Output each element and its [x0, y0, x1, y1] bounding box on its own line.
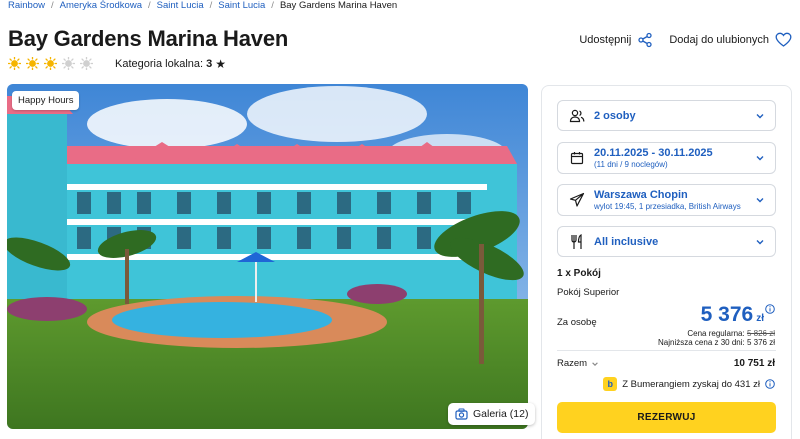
breadcrumb-separator: /: [271, 0, 274, 11]
breadcrumb-separator: /: [147, 0, 151, 11]
share-icon: [638, 32, 652, 48]
share-button[interactable]: Udostępnij: [579, 32, 653, 48]
chevron-down-icon: [592, 361, 598, 366]
breadcrumb-link-country[interactable]: Saint Lucia: [157, 0, 204, 11]
guests-value: 2 osoby: [594, 109, 636, 122]
local-category-value: 3: [206, 58, 213, 70]
hotel-photo[interactable]: [7, 84, 528, 429]
breadcrumb-link-rainbow[interactable]: Rainbow: [8, 0, 45, 11]
bumerang-icon: b: [603, 377, 618, 391]
bumerang-text: Z Bumerangiem zyskaj do 431 zł: [622, 378, 760, 390]
per-person-label: Za osobę: [557, 317, 597, 328]
chevron-down-icon: [756, 113, 764, 118]
price-per-person: 5 376 zł: [701, 303, 764, 327]
chevron-down-icon: [756, 239, 764, 244]
guests-select[interactable]: 2 osoby: [557, 100, 776, 131]
chevron-down-icon: [756, 156, 764, 161]
price-currency: zł: [756, 313, 764, 324]
dates-select[interactable]: 20.11.2025 - 30.11.2025 (11 dni / 9 nocl…: [557, 142, 776, 174]
regular-price-label: Cena regularna:: [687, 329, 745, 338]
cutlery-icon: [568, 233, 586, 251]
lowest-price-30-days: Najniższa cena z 30 dni: 5 376 zł: [658, 338, 775, 347]
board-value: All inclusive: [594, 235, 659, 248]
reserve-button[interactable]: REZERWUJ: [557, 402, 776, 433]
sun-icon-filled: [44, 57, 57, 70]
heart-icon: [775, 32, 792, 47]
local-category-label: Kategoria lokalna:: [115, 58, 204, 70]
regular-price-value: 5 826 zł: [746, 329, 775, 338]
dates-value: 20.11.2025 - 30.11.2025: [594, 147, 713, 159]
board-select[interactable]: All inclusive: [557, 226, 776, 257]
breadcrumb-separator: /: [50, 0, 54, 11]
total-value: 10 751 zł: [733, 358, 775, 369]
favorite-button[interactable]: Dodaj do ulubionych: [669, 32, 792, 48]
gallery-label: Galeria (12): [473, 408, 529, 420]
favorite-label: Dodaj do ulubionych: [669, 34, 769, 46]
breadcrumb-current: Bay Gardens Marina Haven: [279, 0, 398, 11]
page-title: Bay Gardens Marina Haven: [8, 26, 289, 51]
breadcrumb-link-region[interactable]: Ameryka Środkowa: [60, 0, 142, 11]
bumerang-promo: b Z Bumerangiem zyskaj do 431 zł: [603, 377, 775, 391]
breadcrumb-link-area[interactable]: Saint Lucia: [218, 0, 265, 11]
chevron-down-icon: [756, 198, 764, 203]
total-label: Razem: [557, 358, 588, 369]
total-toggle[interactable]: Razem: [557, 358, 599, 369]
plane-icon: [568, 191, 586, 209]
info-icon[interactable]: [765, 379, 775, 389]
share-label: Udostępnij: [579, 34, 632, 46]
gallery-button[interactable]: Galeria (12): [448, 403, 536, 425]
sun-rating: [8, 57, 93, 70]
calendar-icon: [568, 149, 586, 167]
users-icon: [568, 107, 586, 125]
departure-select[interactable]: Warszawa Chopin wylot 19:45, 1 przesiadk…: [557, 184, 776, 216]
sun-icon-filled: [26, 57, 39, 70]
departure-details: wylot 19:45, 1 przesiadka, British Airwa…: [594, 202, 741, 211]
sun-icon-filled: [8, 57, 21, 70]
sun-icon-empty: [80, 57, 93, 70]
info-icon[interactable]: [765, 304, 775, 314]
rooms-count: 1 x Pokój: [557, 268, 601, 279]
divider: [557, 350, 776, 351]
breadcrumb: Rainbow / Ameryka Środkowa / Saint Lucia…: [8, 0, 397, 11]
price-value: 5 376: [700, 303, 754, 326]
departure-value: Warszawa Chopin: [594, 189, 688, 201]
room-type: Pokój Superior: [557, 287, 620, 298]
regular-price: Cena regularna: 5 826 zł: [687, 329, 775, 338]
breadcrumb-separator: /: [209, 0, 213, 11]
booking-panel: 2 osoby 20.11.2025 - 30.11.2025 (11 dni …: [541, 85, 792, 439]
star-icon: ★: [215, 57, 226, 71]
header-actions: Udostępnij Dodaj do ulubionych: [579, 32, 792, 48]
dates-duration: (11 dni / 9 noclegów): [594, 160, 668, 169]
happy-hours-badge: Happy Hours: [12, 91, 80, 110]
local-category: Kategoria lokalna: 3 ★: [115, 57, 226, 71]
camera-icon: [455, 408, 468, 420]
sun-icon-empty: [62, 57, 75, 70]
